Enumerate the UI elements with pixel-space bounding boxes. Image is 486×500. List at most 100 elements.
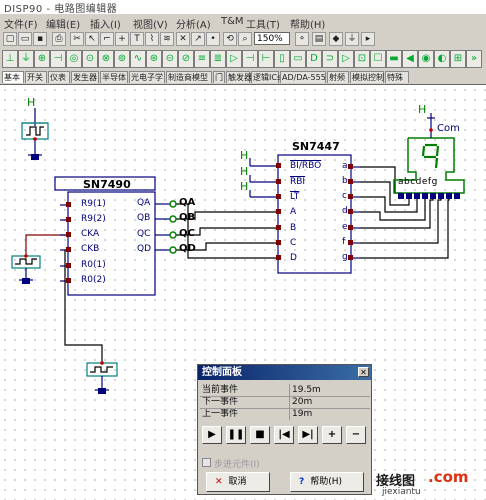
tab-3[interactable]: 发生器 bbox=[71, 71, 99, 83]
not-gate-icon[interactable]: ▷ bbox=[338, 50, 354, 68]
step-component-label: 步进元件(I) bbox=[214, 460, 260, 470]
tab-4[interactable]: 半导体 bbox=[100, 71, 128, 83]
site-watermark: 接线图 .com jiexiantu bbox=[376, 468, 486, 500]
tab-9[interactable]: 逻辑ICs bbox=[251, 71, 281, 83]
component-icon[interactable]: ≋ bbox=[160, 32, 174, 46]
menu-view[interactable]: 视图(V) bbox=[133, 16, 168, 31]
step-component-checkbox[interactable] bbox=[202, 458, 211, 467]
stop-button[interactable]: ■ bbox=[250, 426, 270, 444]
cross-icon[interactable]: ✕ bbox=[176, 32, 190, 46]
lamp-icon[interactable]: ⊗ bbox=[98, 50, 114, 68]
more-icon[interactable]: » bbox=[466, 50, 482, 68]
tab-7[interactable]: 门 bbox=[213, 71, 225, 83]
crystal-icon[interactable]: ▯ bbox=[274, 50, 290, 68]
mosfet-icon[interactable]: ⊢ bbox=[258, 50, 274, 68]
play-button[interactable]: ▶ bbox=[202, 426, 222, 444]
cut-icon[interactable]: ✂ bbox=[70, 32, 84, 46]
pin-qa: QA bbox=[137, 198, 151, 208]
text-icon[interactable]: T bbox=[130, 32, 144, 46]
tab-13[interactable]: 特殊 bbox=[385, 71, 409, 83]
pin-qc: QC bbox=[137, 229, 151, 239]
pin-out-c: c bbox=[342, 191, 347, 201]
plus-button[interactable]: + bbox=[322, 426, 342, 444]
tab-2[interactable]: 仪表 bbox=[48, 71, 70, 83]
fuse-icon[interactable]: ▭ bbox=[290, 50, 306, 68]
prev-event-value: 19m bbox=[292, 409, 313, 419]
ground-icon[interactable]: ⏚ bbox=[18, 50, 34, 68]
buzzer-icon[interactable]: ◉ bbox=[418, 50, 434, 68]
ac-source-icon[interactable]: ⊛ bbox=[146, 50, 162, 68]
tab-10[interactable]: AD/DA-555 bbox=[280, 71, 326, 83]
opamp-icon[interactable]: ▷ bbox=[226, 50, 242, 68]
probe-lamp-icon[interactable]: ⊚ bbox=[114, 50, 130, 68]
tab-6[interactable]: 制造商模型 bbox=[166, 71, 212, 83]
print-icon[interactable]: ⎙ bbox=[52, 32, 66, 46]
step-back-button[interactable]: |◀ bbox=[274, 426, 294, 444]
menu-edit[interactable]: 编辑(E) bbox=[46, 16, 80, 31]
ground-tool-icon[interactable]: ⏚ bbox=[345, 32, 359, 46]
window-title-bar: DISP90 - 电路图编辑器 bbox=[0, 0, 486, 15]
menu-analysis[interactable]: 分析(A) bbox=[176, 16, 211, 31]
clock-source-icon[interactable]: ⊝ bbox=[162, 50, 178, 68]
pin-r92: R9(2) bbox=[81, 214, 106, 224]
menu-insert[interactable]: 插入(I) bbox=[90, 16, 121, 31]
probe-icon[interactable]: ↗ bbox=[191, 32, 205, 46]
pointer-icon[interactable]: ↖ bbox=[85, 32, 99, 46]
save-icon[interactable]: ▪ bbox=[33, 32, 47, 46]
close-icon[interactable]: ✕ bbox=[358, 367, 369, 377]
tab-8[interactable]: 触发器 bbox=[226, 71, 252, 83]
pin-rbi: RBI bbox=[290, 177, 306, 187]
relay-icon[interactable]: ≡ bbox=[194, 50, 210, 68]
battery-icon[interactable]: ⊥ bbox=[2, 50, 18, 68]
bus-icon[interactable]: ⌇ bbox=[145, 32, 159, 46]
zoom-icon[interactable]: ⌕ bbox=[238, 32, 252, 46]
wire-icon[interactable]: ⌐ bbox=[100, 32, 114, 46]
pin-out-a: a bbox=[342, 161, 348, 171]
simulate-icon[interactable]: ⚬ bbox=[295, 32, 309, 46]
pin-lt: LT bbox=[290, 192, 300, 202]
tab-11[interactable]: 射频 bbox=[327, 71, 349, 83]
cancel-label: 取消 bbox=[228, 477, 247, 487]
fill-icon[interactable]: ◆ bbox=[329, 32, 343, 46]
switch-icon[interactable]: ⊘ bbox=[178, 50, 194, 68]
pin-out-g: g bbox=[342, 252, 348, 262]
minus-button[interactable]: − bbox=[346, 426, 366, 444]
menu-file[interactable]: 文件(F) bbox=[4, 16, 38, 31]
meter-icon[interactable]: ◐ bbox=[434, 50, 450, 68]
transformer-icon[interactable]: ≣ bbox=[210, 50, 226, 68]
cancel-button[interactable]: ✕ 取消 bbox=[206, 472, 270, 492]
help-button[interactable]: ? 帮助(H) bbox=[290, 472, 364, 492]
dc-source-icon[interactable]: ⊕ bbox=[34, 50, 50, 68]
bjt-icon[interactable]: ⊣ bbox=[242, 50, 258, 68]
menu-tm[interactable]: T&M bbox=[221, 16, 244, 27]
step-forward-button[interactable]: ▶| bbox=[298, 426, 318, 444]
capacitor-icon[interactable]: ⊣ bbox=[50, 50, 66, 68]
graph-icon[interactable]: ▤ bbox=[312, 32, 326, 46]
menu-tools[interactable]: 工具(T) bbox=[246, 16, 280, 31]
new-file-icon[interactable]: ▢ bbox=[3, 32, 17, 46]
zoom-select[interactable]: 150% ▾ bbox=[254, 32, 290, 56]
flipflop-icon[interactable]: ⊡ bbox=[354, 50, 370, 68]
tab-1[interactable]: 开关 bbox=[25, 71, 47, 83]
tab-12[interactable]: 模拟控制 bbox=[350, 71, 384, 83]
speaker-icon[interactable]: ◀ bbox=[402, 50, 418, 68]
and-gate-icon[interactable]: D bbox=[306, 50, 322, 68]
diode-tool-icon[interactable]: ▸ bbox=[361, 32, 375, 46]
rotate-icon[interactable]: ⟲ bbox=[223, 32, 237, 46]
pin-out-f: f bbox=[342, 237, 346, 247]
node-icon[interactable]: • bbox=[206, 32, 220, 46]
tab-5[interactable]: 光电子学 bbox=[129, 71, 165, 83]
pin-r02: R0(2) bbox=[81, 275, 106, 285]
inductor-icon[interactable]: ∿ bbox=[130, 50, 146, 68]
tab-0[interactable]: 基本 bbox=[2, 71, 24, 83]
menu-help[interactable]: 帮助(H) bbox=[290, 16, 325, 31]
resistor-icon[interactable]: ▬ bbox=[386, 50, 402, 68]
ammeter-icon[interactable]: ⊙ bbox=[82, 50, 98, 68]
terminal-icon[interactable]: ⊞ bbox=[450, 50, 466, 68]
or-gate-icon[interactable]: ⊃ bbox=[322, 50, 338, 68]
display-icon[interactable]: ☐ bbox=[370, 50, 386, 68]
voltmeter-icon[interactable]: ◎ bbox=[66, 50, 82, 68]
junction-icon[interactable]: + bbox=[115, 32, 129, 46]
pause-button[interactable]: ❚❚ bbox=[226, 426, 246, 444]
open-file-icon[interactable]: ▭ bbox=[18, 32, 32, 46]
